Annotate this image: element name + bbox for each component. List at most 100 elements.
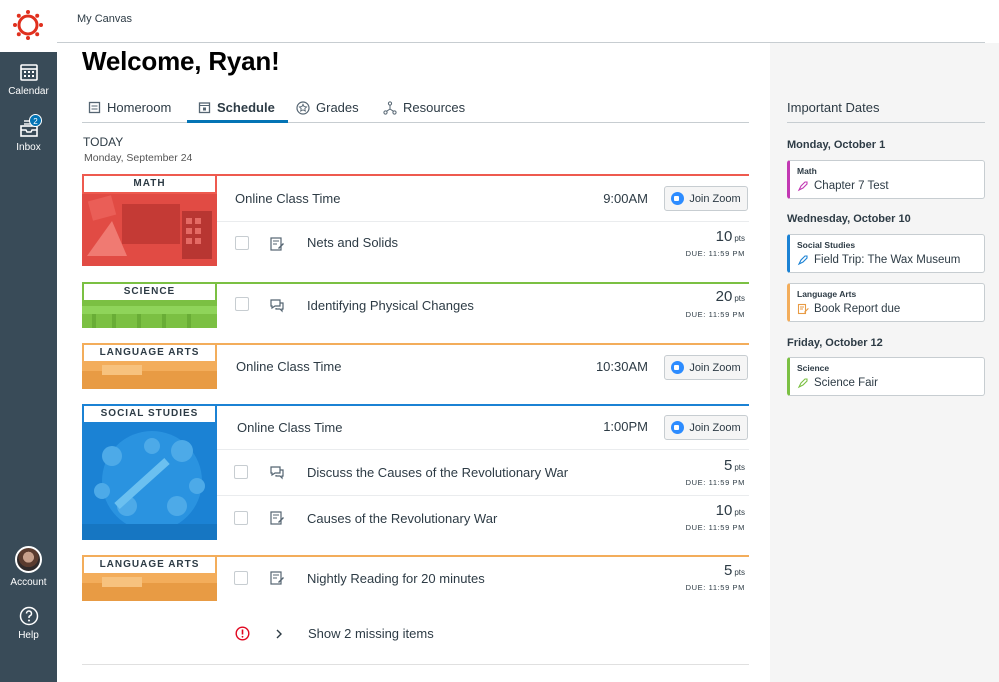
- schedule-block-language-arts-2: LANGUAGE ARTS Nightly Reading for 20 min…: [82, 555, 749, 601]
- points: 10 pts: [716, 228, 745, 245]
- card-text: Science Fair: [814, 377, 878, 389]
- important-date-card[interactable]: Language Arts Book Report due: [787, 283, 985, 322]
- important-date-card[interactable]: Math Chapter 7 Test: [787, 160, 985, 199]
- points-value: 10: [715, 228, 733, 245]
- card-subject: Language Arts: [797, 289, 857, 299]
- complete-checkbox[interactable]: [234, 511, 248, 525]
- online-class-row: Online Class Time 1:00PM Join Zoom: [217, 406, 749, 450]
- tab-homeroom[interactable]: Homeroom: [88, 100, 171, 115]
- points-unit: pts: [734, 463, 745, 472]
- divider: [787, 122, 985, 123]
- help-icon: [19, 606, 38, 626]
- points-value: 20: [715, 288, 733, 305]
- assignment-title[interactable]: Identifying Physical Changes: [307, 298, 474, 313]
- complete-checkbox[interactable]: [235, 236, 249, 250]
- assignment-row[interactable]: Identifying Physical Changes 20 pts DUE: …: [217, 284, 749, 328]
- points: 10 pts: [716, 502, 745, 519]
- assignment-title[interactable]: Nightly Reading for 20 minutes: [307, 571, 485, 586]
- online-class-row: Online Class Time 9:00AM Join Zoom: [217, 176, 749, 222]
- schedule-block-social-studies: SOCIAL STUDIES Online Class Time 1:00PM …: [82, 404, 749, 540]
- global-nav: Calendar 2 Inbox Account Help: [0, 0, 57, 682]
- points-value: 5: [723, 457, 733, 474]
- breadcrumb[interactable]: My Canvas: [77, 13, 132, 25]
- points: 20 pts: [716, 288, 745, 305]
- warning-icon: [235, 626, 250, 641]
- subject-label: LANGUAGE ARTS: [82, 345, 217, 363]
- tab-grades[interactable]: Grades: [296, 100, 359, 115]
- nav-help-label: Help: [18, 630, 39, 641]
- points: 5 pts: [724, 562, 745, 579]
- rocket-icon: [797, 181, 808, 192]
- important-day: Wednesday, October 10: [787, 213, 911, 225]
- tab-label: Resources: [403, 100, 466, 115]
- subject-label: SOCIAL STUDIES: [82, 406, 217, 424]
- zoom-icon: [671, 421, 685, 434]
- assignment-icon: [270, 237, 284, 251]
- assignment-title[interactable]: Discuss the Causes of the Revolutionary …: [307, 465, 568, 480]
- nav-inbox-label: Inbox: [16, 142, 41, 153]
- top-bar: My Canvas: [57, 0, 985, 43]
- assignment-row[interactable]: Discuss the Causes of the Revolutionary …: [217, 450, 749, 496]
- assignment-title[interactable]: Nets and Solids: [307, 235, 398, 250]
- today-date: Monday, September 24: [84, 152, 193, 164]
- button-label: Join Zoom: [689, 361, 741, 374]
- tab-resources[interactable]: Resources: [383, 100, 465, 115]
- card-subject: Math: [797, 166, 817, 176]
- assignment-icon: [270, 571, 284, 585]
- assignment-row[interactable]: Causes of the Revolutionary War 10 pts DU…: [217, 496, 749, 540]
- social-studies-subject-image[interactable]: [82, 406, 217, 540]
- today-label: TODAY: [83, 135, 124, 149]
- important-date-card[interactable]: Social Studies Field Trip: The Wax Museu…: [787, 234, 985, 273]
- page-title: Welcome, Ryan!: [82, 46, 280, 76]
- complete-checkbox[interactable]: [234, 465, 248, 479]
- button-label: Join Zoom: [689, 192, 741, 205]
- points-unit: pts: [734, 568, 745, 577]
- nav-calendar[interactable]: Calendar: [0, 62, 57, 97]
- nav-help[interactable]: Help: [0, 606, 57, 641]
- assignment-row[interactable]: Nightly Reading for 20 minutes 5 pts DUE:…: [217, 557, 749, 601]
- card-text: Chapter 7 Test: [814, 180, 889, 192]
- rocket-icon: [797, 255, 808, 266]
- missing-items-toggle[interactable]: Show 2 missing items: [82, 620, 749, 650]
- due-time: DUE: 11:59 PM: [685, 478, 745, 487]
- subject-label: LANGUAGE ARTS: [82, 557, 217, 575]
- assignment-title[interactable]: Causes of the Revolutionary War: [307, 511, 497, 526]
- points-value: 5: [723, 562, 733, 579]
- avatar: [15, 546, 42, 573]
- assignment-row[interactable]: Nets and Solids 10 pts DUE: 11:59 PM: [217, 222, 749, 266]
- points-unit: pts: [734, 294, 745, 303]
- important-day: Friday, October 12: [787, 337, 883, 349]
- card-subject: Social Studies: [797, 240, 856, 250]
- zoom-icon: [671, 361, 685, 374]
- due-time: DUE: 11:59 PM: [685, 523, 745, 532]
- complete-checkbox[interactable]: [235, 297, 249, 311]
- discussion-icon: [270, 466, 284, 480]
- join-zoom-button[interactable]: Join Zoom: [664, 355, 748, 380]
- home-icon: [88, 101, 101, 114]
- join-zoom-button[interactable]: Join Zoom: [664, 186, 748, 211]
- class-title: Online Class Time: [236, 359, 342, 374]
- tab-label: Homeroom: [107, 100, 172, 115]
- star-icon: [296, 100, 310, 115]
- schedule-block-science: SCIENCE Identifying Physical Changes 20 p…: [82, 282, 749, 328]
- join-zoom-button[interactable]: Join Zoom: [664, 415, 748, 440]
- nav-inbox[interactable]: 2 Inbox: [0, 114, 57, 153]
- canvas-logo[interactable]: [0, 0, 57, 52]
- points: 5 pts: [724, 457, 745, 474]
- class-time: 9:00AM: [603, 191, 648, 206]
- due-time: DUE: 11:59 PM: [685, 249, 745, 258]
- calendar-icon: [198, 102, 211, 114]
- important-date-card[interactable]: Science Science Fair: [787, 357, 985, 396]
- class-title: Online Class Time: [237, 420, 343, 435]
- button-label: Join Zoom: [689, 421, 741, 434]
- assignment-icon: [797, 303, 809, 315]
- complete-checkbox[interactable]: [234, 571, 248, 585]
- discussion-icon: [270, 299, 284, 313]
- schedule-block-language-arts: LANGUAGE ARTS Online Class Time 10:30AM …: [82, 343, 749, 389]
- active-tab-indicator: [187, 120, 288, 123]
- due-time: DUE: 11:59 PM: [685, 310, 745, 319]
- tab-schedule[interactable]: Schedule: [198, 100, 275, 115]
- nav-account[interactable]: Account: [0, 546, 57, 588]
- important-dates-title: Important Dates: [787, 100, 880, 115]
- nav-calendar-label: Calendar: [8, 86, 49, 97]
